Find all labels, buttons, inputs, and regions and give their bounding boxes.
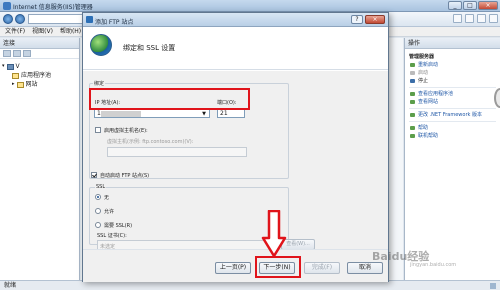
tree-label: V <box>15 63 20 70</box>
refresh-icon[interactable] <box>453 14 462 23</box>
dialog-close-button[interactable]: × <box>365 15 385 24</box>
address-box[interactable] <box>28 14 88 24</box>
save-icon[interactable] <box>13 50 21 57</box>
back-icon[interactable] <box>3 14 13 24</box>
finish-button[interactable]: 完成(F) <box>304 262 340 274</box>
server-icon <box>6 63 14 70</box>
next-button-highlight <box>255 256 301 278</box>
close-button[interactable]: × <box>478 1 498 10</box>
redacted-region <box>101 111 141 117</box>
window-titlebar: Internet 信息服务(IIS)管理器 _ □ × <box>0 0 500 12</box>
actions-list: 管理服务器 重新启动 启动 停止 查看应用程序池 查看网站 更改 .NET Fr… <box>405 49 500 142</box>
toolbar-icons <box>453 14 498 23</box>
action-change-dotnet[interactable]: 更改 .NET Framework 版本 <box>409 111 496 119</box>
action-help[interactable]: 帮助 <box>409 124 496 132</box>
action-view-app-pools[interactable]: 查看应用程序池 <box>409 90 496 98</box>
menu-help[interactable]: 帮助(H) <box>60 27 81 36</box>
separator <box>409 108 496 109</box>
tree-item-app-pools[interactable]: 应用程序池 <box>2 71 77 80</box>
connections-tree: ▾ V 应用程序池 ▸ 网站 <box>0 59 79 92</box>
status-text: 就绪 <box>4 282 17 289</box>
watermark-url: jingyan.baidu.com <box>410 262 457 268</box>
ssl-none-label: 无 <box>104 195 110 201</box>
menu-file[interactable]: 文件(F) <box>5 27 25 36</box>
collapse-icon[interactable]: ▾ <box>2 62 5 71</box>
separator <box>409 87 496 88</box>
action-start[interactable]: 启动 <box>409 69 496 77</box>
ssl-none-radio[interactable] <box>95 194 101 200</box>
binding-group-label: 绑定 <box>93 80 106 87</box>
up-icon[interactable] <box>23 50 31 57</box>
ssl-require-label: 需要 SSL(R) <box>104 223 133 229</box>
window-title: Internet 信息服务(IIS)管理器 <box>13 4 93 11</box>
connections-toolbar <box>0 49 79 59</box>
tree-item-sites[interactable]: ▸ 网站 <box>2 80 77 89</box>
app-root: Internet 信息服务(IIS)管理器 _ □ × 文件(F) 视图(V) … <box>0 0 500 290</box>
minimize-button[interactable]: _ <box>448 1 462 10</box>
iis-app-icon <box>3 2 11 10</box>
dialog-heading: 绑定和 SSL 设置 <box>123 44 176 52</box>
action-stop[interactable]: 停止 <box>409 77 496 85</box>
action-restart[interactable]: 重新启动 <box>409 61 496 69</box>
status-icon <box>490 283 496 289</box>
autostart-label: 自动启动 FTP 站点(S) <box>100 173 150 179</box>
separator <box>409 121 496 122</box>
expand-icon[interactable]: ▸ <box>12 80 15 89</box>
dialog-footer: 上一页(P) 下一步(N) 完成(F) 取消 <box>83 249 388 282</box>
add-ftp-site-dialog: 添加 FTP 站点 ? × 绑定和 SSL 设置 绑定 IP 地址(A): 1 … <box>82 12 389 282</box>
dialog-title: 添加 FTP 站点 <box>95 19 134 26</box>
connections-title: 连接 <box>0 38 79 49</box>
ssl-group-label: SSL <box>95 184 107 190</box>
red-arrow-down-icon <box>261 210 287 258</box>
connect-icon[interactable] <box>3 50 11 57</box>
ip-port-highlight <box>89 88 250 110</box>
actions-section-heading: 管理服务器 <box>409 54 435 60</box>
dialog-titlebar: 添加 FTP 站点 ? × <box>83 13 388 27</box>
forward-icon[interactable] <box>15 14 25 24</box>
action-online-help[interactable]: 联机帮助 <box>409 132 496 140</box>
autostart-checkbox[interactable] <box>91 172 97 178</box>
stop-icon[interactable] <box>465 14 474 23</box>
actions-pane: 操作 管理服务器 重新启动 启动 停止 查看应用程序池 查看网站 更改 .NET… <box>404 38 500 280</box>
chevron-down-icon[interactable]: ▼ <box>202 110 206 118</box>
decorative-ring <box>494 88 500 108</box>
ssl-allow-radio[interactable] <box>95 208 101 214</box>
virtual-host-label: 虚拟主机(示例: ftp.contoso.com)(V): <box>107 139 194 145</box>
sites-icon <box>16 81 24 88</box>
port-value: 21 <box>220 110 228 117</box>
dialog-help-button[interactable]: ? <box>351 15 363 24</box>
window-controls: _ □ × <box>448 1 498 10</box>
tree-label: 应用程序池 <box>21 72 52 79</box>
virtual-host-input[interactable] <box>107 147 247 157</box>
menu-view[interactable]: 视图(V) <box>32 27 53 36</box>
ssl-allow-label: 允许 <box>104 209 115 215</box>
action-view-sites[interactable]: 查看网站 <box>409 98 496 106</box>
tree-label: 网站 <box>25 81 38 88</box>
prev-button[interactable]: 上一页(P) <box>215 262 251 274</box>
tree-item-server[interactable]: ▾ V <box>2 62 77 71</box>
maximize-button[interactable]: □ <box>463 1 477 10</box>
app-pool-icon <box>12 72 19 79</box>
home-icon[interactable] <box>477 14 486 23</box>
globe-icon <box>90 34 112 56</box>
ssl-cert-label: SSL 证书(C): <box>97 233 127 239</box>
ssl-require-radio[interactable] <box>95 222 101 228</box>
ftp-icon <box>86 16 93 23</box>
virtual-host-checkbox-label: 启用虚拟主机名(E): <box>104 128 148 134</box>
help-icon[interactable] <box>489 14 498 23</box>
virtual-host-checkbox[interactable] <box>95 127 101 133</box>
actions-title: 操作 <box>405 38 500 49</box>
dialog-header: 绑定和 SSL 设置 <box>83 28 388 70</box>
connections-pane: 连接 ▾ V 应用程序池 ▸ 网站 <box>0 38 80 280</box>
